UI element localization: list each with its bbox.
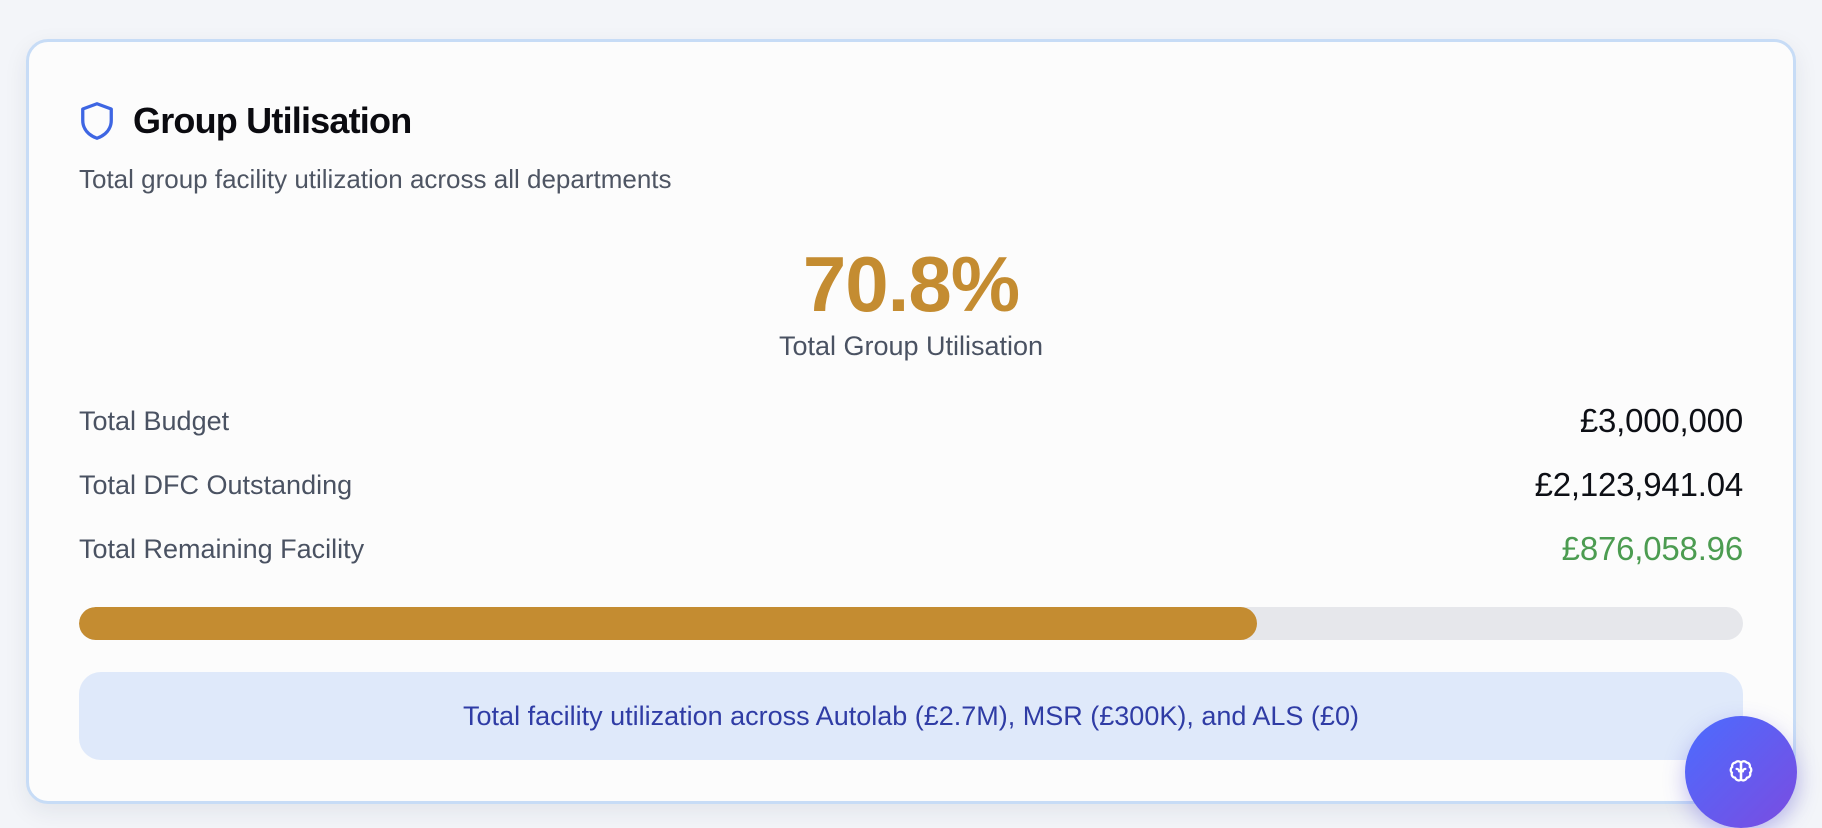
budget-row: Total Budget £3,000,000	[79, 402, 1743, 440]
utilisation-progress-fill	[79, 607, 1258, 640]
card-subtitle: Total group facility utilization across …	[79, 164, 672, 194]
budget-value: £3,000,000	[1579, 402, 1743, 439]
utilisation-progress-bar	[79, 607, 1743, 640]
utilisation-value: 70.8%	[802, 240, 1020, 328]
ai-assistant-button[interactable]	[1685, 716, 1797, 828]
utilisation-label: Total Group Utilisation	[778, 331, 1044, 361]
remaining-facility-value: £876,058.96	[1561, 530, 1744, 567]
remaining-facility-label: Total Remaining Facility	[79, 533, 365, 564]
card-title: Group Utilisation	[133, 100, 412, 141]
budget-label: Total Budget	[79, 405, 230, 436]
shield-icon	[81, 102, 113, 140]
group-utilisation-card: Group Utilisation Total group facility u…	[26, 39, 1796, 804]
utilisation-note: Total facility utilization across Autola…	[79, 672, 1743, 760]
brain-icon	[1729, 760, 1753, 782]
remaining-facility-row: Total Remaining Facility £876,058.96	[79, 530, 1743, 568]
card-header: Group Utilisation	[79, 100, 412, 142]
dfc-outstanding-row: Total DFC Outstanding £2,123,941.04	[79, 466, 1743, 504]
dfc-outstanding-label: Total DFC Outstanding	[79, 469, 353, 500]
dfc-outstanding-value: £2,123,941.04	[1534, 466, 1744, 503]
utilisation-metric: 70.8% Total Group Utilisation	[29, 245, 1793, 362]
